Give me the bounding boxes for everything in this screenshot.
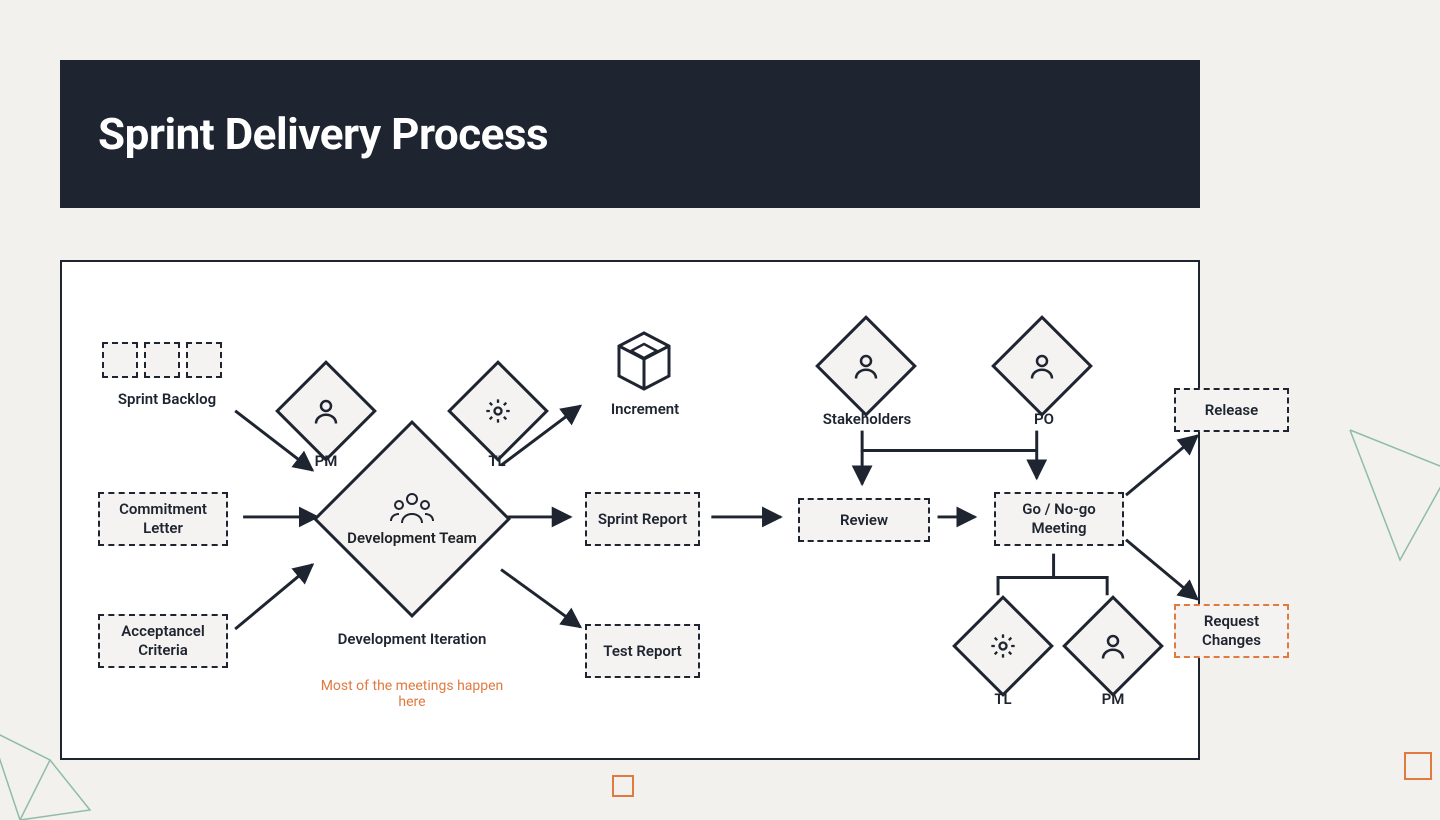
- diagram-canvas: Sprint Backlog Commitment Letter Accepta…: [60, 260, 1200, 760]
- decorative-wire-icon: [1330, 410, 1440, 570]
- decorative-square-icon: [612, 775, 634, 797]
- flow-arrows: [62, 262, 1198, 758]
- page-title: Sprint Delivery Process: [98, 108, 548, 160]
- title-bar: Sprint Delivery Process: [60, 60, 1200, 208]
- decorative-square-icon: [1404, 752, 1432, 780]
- decorative-wire-icon: [0, 720, 100, 820]
